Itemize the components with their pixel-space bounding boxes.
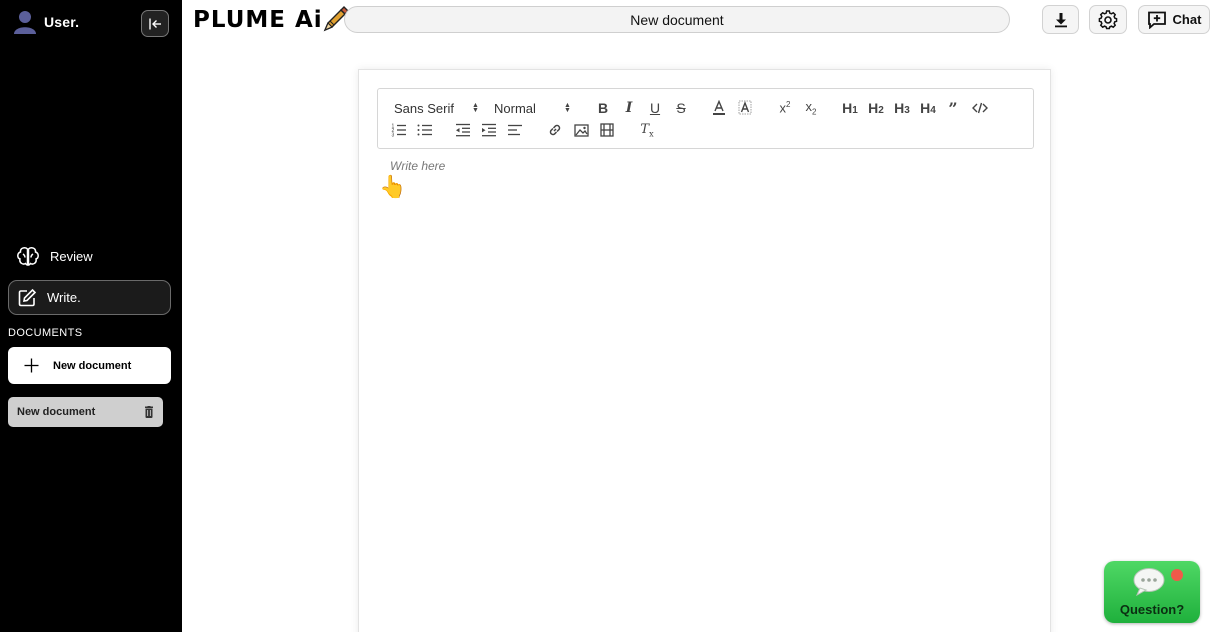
document-title-field[interactable]: New document bbox=[344, 6, 1010, 33]
sidebar: User. Review Write. DOCUMENTS New docume… bbox=[0, 0, 182, 632]
background-color-icon bbox=[738, 100, 752, 115]
editor-page: Sans Serif ▲ ▼ Normal ▲ ▼ B I U S x2 x2 … bbox=[358, 69, 1051, 632]
user-profile[interactable]: User. bbox=[14, 10, 79, 34]
video-icon bbox=[600, 123, 614, 137]
superscript-icon: x2 bbox=[779, 100, 791, 116]
font-size-select[interactable]: Normal ▲ ▼ bbox=[494, 97, 574, 119]
font-family-select[interactable]: Sans Serif ▲ ▼ bbox=[394, 97, 482, 119]
video-button[interactable] bbox=[598, 119, 616, 141]
link-button[interactable] bbox=[546, 119, 564, 141]
ordered-list-button[interactable]: 123 bbox=[390, 119, 408, 141]
strike-icon: S bbox=[676, 100, 686, 116]
indent-decrease-button[interactable] bbox=[454, 119, 472, 141]
bullet-list-button[interactable] bbox=[416, 119, 434, 141]
question-button[interactable]: Question? bbox=[1104, 561, 1200, 623]
h3-icon: H3 bbox=[894, 100, 910, 116]
superscript-button[interactable]: x2 bbox=[776, 97, 794, 119]
notification-dot bbox=[1171, 569, 1183, 581]
underline-button[interactable]: U bbox=[646, 97, 664, 119]
nav-write[interactable]: Write. bbox=[8, 280, 171, 315]
plus-icon bbox=[24, 358, 39, 373]
heading-1-button[interactable]: H1 bbox=[840, 97, 860, 119]
italic-icon: I bbox=[625, 100, 633, 116]
select-arrows-icon: ▲ ▼ bbox=[472, 102, 479, 114]
svg-text:3: 3 bbox=[392, 133, 395, 138]
underline-icon: U bbox=[649, 100, 661, 116]
select-arrows-icon: ▲ ▼ bbox=[564, 102, 571, 114]
document-list-item[interactable]: New document bbox=[8, 397, 163, 427]
font-family-value: Sans Serif bbox=[394, 100, 454, 116]
bold-button[interactable]: B bbox=[594, 97, 612, 119]
clean-format-button[interactable]: Tx bbox=[638, 119, 656, 141]
chat-label: Chat bbox=[1172, 12, 1202, 27]
heading-3-button[interactable]: H3 bbox=[892, 97, 912, 119]
brain-icon bbox=[17, 246, 39, 266]
settings-button[interactable] bbox=[1089, 5, 1127, 34]
heading-2-button[interactable]: H2 bbox=[866, 97, 886, 119]
indent-increase-button[interactable] bbox=[480, 119, 498, 141]
new-document-label: New document bbox=[53, 359, 132, 372]
pointing-hand-icon: 👆 bbox=[379, 174, 407, 199]
text-color-button[interactable] bbox=[710, 97, 728, 119]
editor-placeholder[interactable]: Write here bbox=[390, 159, 445, 173]
image-button[interactable] bbox=[572, 119, 590, 141]
code-icon bbox=[972, 102, 988, 114]
nav-review-label: Review bbox=[50, 249, 93, 264]
link-icon bbox=[549, 124, 561, 136]
gear-icon bbox=[1098, 9, 1118, 29]
new-document-button[interactable]: New document bbox=[8, 347, 171, 384]
ordered-list-icon: 123 bbox=[392, 124, 406, 138]
subscript-button[interactable]: x2 bbox=[802, 97, 820, 119]
brand-logo: PLUME Ai bbox=[193, 6, 349, 34]
subscript-icon: x2 bbox=[805, 99, 817, 117]
nav-write-label: Write. bbox=[47, 290, 81, 305]
nav-review[interactable]: Review bbox=[8, 239, 171, 274]
chat-add-icon bbox=[1147, 11, 1166, 29]
font-size-value: Normal bbox=[494, 100, 536, 116]
chat-button[interactable]: Chat bbox=[1138, 5, 1210, 34]
h1-icon: H1 bbox=[842, 100, 858, 116]
h2-icon: H2 bbox=[868, 100, 884, 116]
code-button[interactable] bbox=[970, 97, 990, 119]
align-button[interactable] bbox=[506, 119, 524, 141]
avatar-icon bbox=[14, 11, 36, 34]
download-icon bbox=[1054, 12, 1067, 27]
align-left-icon bbox=[508, 124, 522, 136]
bullet-list-icon bbox=[417, 124, 432, 136]
document-title: New document bbox=[17, 406, 96, 418]
image-icon bbox=[573, 123, 589, 137]
italic-button[interactable]: I bbox=[620, 97, 638, 119]
background-color-button[interactable] bbox=[736, 97, 754, 119]
clean-format-icon: Tx bbox=[640, 121, 654, 139]
editor-toolbar: Sans Serif ▲ ▼ Normal ▲ ▼ B I U S x2 x2 … bbox=[377, 88, 1034, 149]
heading-4-button[interactable]: H4 bbox=[918, 97, 938, 119]
bold-icon: B bbox=[597, 100, 609, 116]
question-label: Question? bbox=[1119, 602, 1185, 617]
text-color-icon bbox=[713, 100, 725, 115]
collapse-sidebar-button[interactable] bbox=[141, 10, 169, 37]
strike-button[interactable]: S bbox=[672, 97, 690, 119]
user-name: User. bbox=[44, 14, 80, 30]
h4-icon: H4 bbox=[920, 100, 936, 116]
quote-icon: ” bbox=[948, 98, 958, 118]
brand-name: PLUME Ai bbox=[193, 7, 323, 33]
indent-decrease-icon bbox=[456, 123, 470, 137]
indent-increase-icon bbox=[482, 123, 496, 137]
collapse-icon bbox=[149, 18, 161, 29]
documents-section-title: DOCUMENTS bbox=[8, 327, 83, 339]
blockquote-button[interactable]: ” bbox=[944, 97, 962, 119]
app-root: User. Review Write. DOCUMENTS New docume… bbox=[0, 0, 1224, 632]
document-title-text: New document bbox=[630, 11, 724, 28]
edit-icon bbox=[18, 288, 37, 306]
download-button[interactable] bbox=[1042, 5, 1079, 34]
trash-icon[interactable] bbox=[144, 406, 154, 418]
chat-bubble-icon bbox=[1133, 568, 1165, 597]
